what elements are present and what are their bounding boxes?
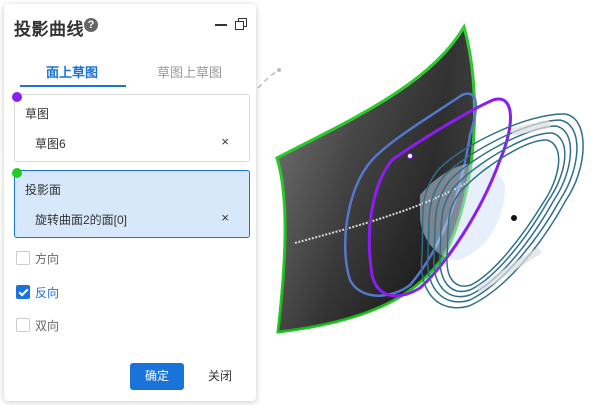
bidirectional-label: 双向: [35, 319, 60, 333]
panel-title: 投影曲线: [14, 20, 84, 39]
projection-marker-dot: [12, 168, 22, 178]
projection-face-selection-box[interactable]: 投影面 旋转曲面2的面[0] ×: [12, 168, 250, 238]
projection-face-value: 旋转曲面2的面[0]: [35, 213, 128, 227]
remove-projection-face-icon[interactable]: ×: [221, 210, 229, 225]
construction-point: [277, 68, 281, 72]
ok-button[interactable]: 确定: [130, 363, 184, 390]
panel-title-bar[interactable]: 投影曲线 ?: [4, 4, 256, 46]
tab-sketch-on-face[interactable]: 面上草图: [46, 62, 98, 81]
tab-sketch-on-sketch[interactable]: 草图上草图: [157, 62, 222, 81]
restore-window-icon[interactable]: [234, 17, 248, 31]
sketch-value: 草图6: [35, 137, 66, 151]
construction-line: [257, 69, 280, 89]
sketch-point: [407, 153, 413, 159]
center-point: [511, 215, 517, 221]
sketch-marker-dot: [12, 92, 22, 102]
direction-checkbox[interactable]: [16, 251, 30, 265]
help-icon[interactable]: ?: [84, 18, 98, 32]
active-tab-indicator: [20, 85, 126, 87]
reverse-label: 反向: [35, 286, 60, 300]
bidirectional-checkbox[interactable]: [16, 318, 30, 332]
direction-label: 方向: [35, 252, 60, 266]
remove-sketch-icon[interactable]: ×: [221, 134, 229, 149]
projection-curve-panel: 投影曲线 ? 面上草图 草图上草图 草图 草图6 × 投影面 旋转曲面2的面[0…: [4, 4, 256, 401]
projection-face-label: 投影面: [25, 183, 62, 197]
teal-band-top: [511, 120, 551, 136]
minimize-icon[interactable]: [214, 17, 228, 31]
sketch-label: 草图: [25, 107, 50, 121]
sketch-selection-box[interactable]: 草图 草图6 ×: [12, 92, 250, 162]
close-button[interactable]: 关闭: [200, 363, 240, 390]
reverse-checkbox[interactable]: [16, 285, 30, 299]
